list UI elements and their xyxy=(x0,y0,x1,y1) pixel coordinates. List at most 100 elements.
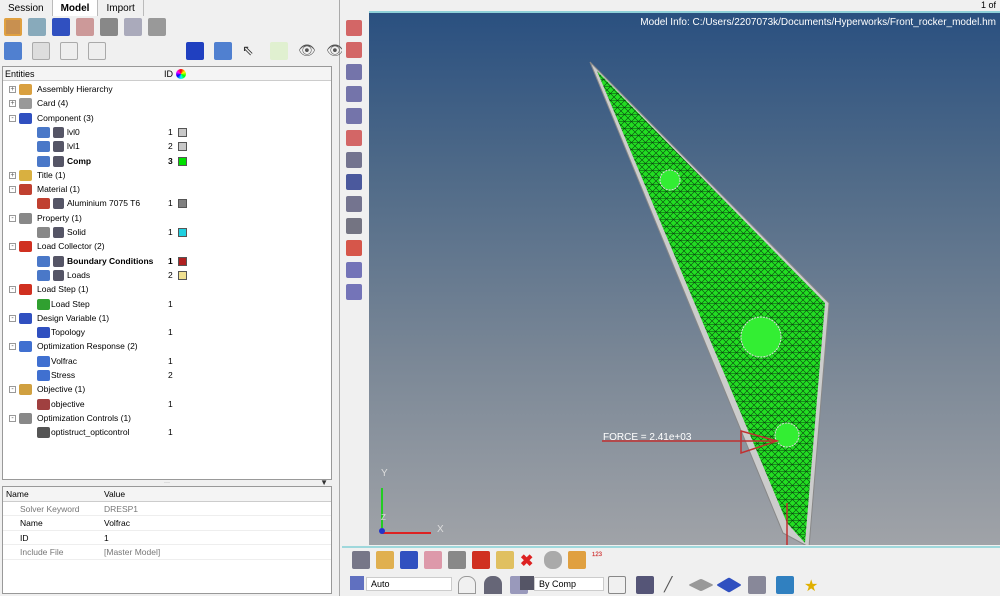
tree-row[interactable]: - Load Step (1) xyxy=(3,282,331,296)
expand-icon[interactable]: + xyxy=(9,86,16,93)
monitor-icon[interactable] xyxy=(776,576,794,594)
collapse-icon[interactable]: - xyxy=(9,214,16,222)
component-view-icon[interactable] xyxy=(52,18,70,36)
fit-icon[interactable] xyxy=(346,108,362,124)
tree-row[interactable]: - Optimization Response (2) xyxy=(3,339,331,353)
fly-icon[interactable] xyxy=(346,152,362,168)
graphics-viewport[interactable]: Model Info: C:/Users/2207073k/Documents/… xyxy=(369,11,1000,545)
tree-row[interactable]: + Card (4) xyxy=(3,96,331,110)
measure-icon[interactable] xyxy=(346,196,362,212)
property-row[interactable]: Solver Keyword DRESP1 xyxy=(3,502,331,517)
include-view-icon[interactable] xyxy=(124,18,142,36)
load-label-icon[interactable] xyxy=(346,240,362,256)
color-swatch[interactable] xyxy=(178,127,187,137)
material-view-icon[interactable] xyxy=(76,18,94,36)
numbers-icon[interactable] xyxy=(346,174,362,190)
tree-row[interactable]: - Objective (1) xyxy=(3,382,331,396)
collapse-icon[interactable]: - xyxy=(9,114,16,122)
material-icon[interactable] xyxy=(424,551,442,569)
mesh-part[interactable] xyxy=(597,71,825,543)
color-swatch[interactable] xyxy=(178,270,187,280)
tree-row[interactable]: - Design Variable (1) xyxy=(3,311,331,325)
tree-row[interactable]: + Assembly Hierarchy xyxy=(3,82,331,96)
mesh-wire-icon[interactable] xyxy=(608,576,626,594)
front-icon[interactable] xyxy=(346,86,362,102)
tree-row[interactable]: Topology 1 xyxy=(3,325,331,339)
tree-row[interactable]: Volfrac 1 xyxy=(3,354,331,368)
delete-icon[interactable]: ✖ xyxy=(520,551,538,570)
expand-all-icon[interactable] xyxy=(32,42,50,60)
property-row[interactable]: ID 1 xyxy=(3,531,331,546)
assembly-view-icon[interactable] xyxy=(28,18,46,36)
move-icon[interactable] xyxy=(568,551,586,569)
property-row[interactable]: Include File [Master Model] xyxy=(3,545,331,560)
property-view-icon[interactable] xyxy=(100,18,118,36)
isometric-icon[interactable] xyxy=(346,64,362,80)
assembly-icon[interactable] xyxy=(376,551,394,569)
tree-row[interactable]: Aluminium 7075 T6 1 xyxy=(3,196,331,210)
tree-row[interactable]: - Property (1) xyxy=(3,211,331,225)
view-icon[interactable] xyxy=(346,20,362,36)
tab-import[interactable]: Import xyxy=(98,0,144,16)
color-swatch[interactable] xyxy=(178,199,187,209)
label-icon[interactable] xyxy=(346,218,362,234)
property-value[interactable]: Volfrac xyxy=(104,516,130,531)
collapse-icon[interactable]: - xyxy=(9,186,16,194)
color-swatch[interactable] xyxy=(178,156,187,166)
element-icon[interactable] xyxy=(214,42,232,60)
shaded-surface-icon[interactable] xyxy=(484,576,502,594)
collapse-icon[interactable]: - xyxy=(9,414,16,422)
display-toggle-icon[interactable] xyxy=(4,42,22,60)
shaded-icon[interactable] xyxy=(186,42,204,60)
renumber-icon[interactable]: ¹²³ xyxy=(592,551,610,569)
tree-row[interactable]: Stress 2 xyxy=(3,368,331,382)
line-icon[interactable]: ╱ xyxy=(664,576,682,594)
tree-row[interactable]: lvl0 1 xyxy=(3,125,331,139)
show-icon[interactable]: 👁 xyxy=(298,42,316,60)
property-value[interactable]: [Master Model] xyxy=(104,545,160,560)
tab-model[interactable]: Model xyxy=(52,0,99,16)
tree-row[interactable]: + Title (1) xyxy=(3,168,331,182)
property-value[interactable]: DRESP1 xyxy=(104,502,138,517)
entities-column-header[interactable]: Entities xyxy=(5,69,35,79)
tree-row[interactable]: optistruct_opticontrol 1 xyxy=(3,425,331,439)
color-mode-select[interactable]: By Comp xyxy=(534,577,604,591)
load-collector-icon[interactable] xyxy=(472,551,490,569)
tree-row[interactable]: - Material (1) xyxy=(3,182,331,196)
perspective-icon[interactable] xyxy=(346,42,362,58)
mesh-shaded-icon[interactable] xyxy=(636,576,654,594)
tree-row[interactable]: - Component (3) xyxy=(3,111,331,125)
model-view-icon[interactable] xyxy=(4,18,22,36)
tree-row[interactable]: objective 1 xyxy=(3,397,331,411)
solver-view-icon[interactable] xyxy=(148,18,166,36)
tree-row[interactable]: Load Step 1 xyxy=(3,297,331,311)
expand-icon[interactable]: + xyxy=(9,171,16,179)
property-icon[interactable] xyxy=(448,551,466,569)
system-icon[interactable] xyxy=(496,551,514,569)
collapse-all-icon[interactable] xyxy=(60,42,78,60)
color-swatch[interactable] xyxy=(178,256,187,266)
surface-icon[interactable] xyxy=(716,577,742,593)
auto-select[interactable]: Auto xyxy=(366,577,452,591)
property-row[interactable]: Name Volfrac xyxy=(3,516,331,531)
id-column-header[interactable]: ID xyxy=(164,69,173,79)
collapse-icon[interactable]: - xyxy=(9,343,16,351)
tree-row[interactable]: Comp 3 xyxy=(3,154,331,168)
collapse-icon[interactable]: - xyxy=(9,386,16,394)
mesh-display-icon[interactable] xyxy=(352,551,370,569)
collapse-icon[interactable]: - xyxy=(9,314,16,322)
component-icon[interactable] xyxy=(400,551,418,569)
tree-row[interactable]: Boundary Conditions 1 xyxy=(3,254,331,268)
transform-icon[interactable] xyxy=(346,262,362,278)
collapse-icon[interactable]: - xyxy=(9,286,16,294)
tree-row[interactable]: lvl1 2 xyxy=(3,139,331,153)
tree-row[interactable]: - Optimization Controls (1) xyxy=(3,411,331,425)
tree-row[interactable]: Loads 2 xyxy=(3,268,331,282)
cursor-icon[interactable]: ⇖ xyxy=(242,42,260,60)
tree-row[interactable]: Solid 1 xyxy=(3,225,331,239)
color-swatch[interactable] xyxy=(178,228,187,237)
tree-row[interactable]: - Load Collector (2) xyxy=(3,239,331,253)
property-value[interactable]: 1 xyxy=(104,531,109,546)
star-icon[interactable]: ★ xyxy=(804,576,822,595)
expand-icon[interactable]: + xyxy=(9,100,16,108)
